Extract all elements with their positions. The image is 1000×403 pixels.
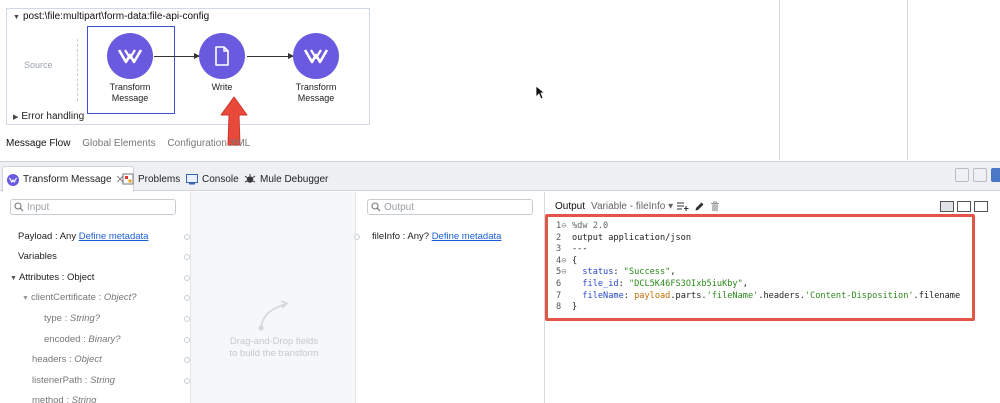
tab-configuration-xml[interactable]: Configuration XML xyxy=(167,138,250,149)
expand-triangle-icon[interactable]: ▼ xyxy=(22,295,29,302)
code-line-8: 8} xyxy=(556,302,578,313)
debugger-icon xyxy=(244,173,256,185)
transform-message-node-1[interactable] xyxy=(107,33,153,79)
dataweave-code-editor[interactable]: 1⊖ %dw 2.0 2 output application/json 3 --- 4⊖{… xyxy=(545,214,975,321)
file-icon xyxy=(215,46,229,66)
preview-view-icon[interactable] xyxy=(974,201,988,212)
payload-item[interactable]: Payload : Any Define metadata xyxy=(18,231,148,242)
expand-triangle-icon[interactable]: ▶ xyxy=(13,114,18,121)
tab-global-elements[interactable]: Global Elements xyxy=(82,138,155,149)
transform-message-node-1-label: Transform Message xyxy=(109,82,151,103)
input-search-field[interactable] xyxy=(27,201,167,213)
tab-transform-message[interactable]: Transform Message ✕ xyxy=(2,166,134,192)
variables-item[interactable]: Variables xyxy=(18,251,57,262)
split-view-icon[interactable] xyxy=(957,201,971,212)
tab-problems[interactable]: Problems xyxy=(122,169,180,189)
search-icon xyxy=(371,202,381,212)
code-line-2: 2 output application/json xyxy=(556,232,691,243)
client-certificate-item[interactable]: ▼ clientCertificate : Object? xyxy=(22,292,137,303)
headers-item[interactable]: headers : Object xyxy=(32,354,102,365)
type-item[interactable]: type : String? xyxy=(44,313,100,324)
variable-selector[interactable]: Variable - fileInfo ▾ xyxy=(591,201,673,212)
mouse-cursor-icon xyxy=(535,85,545,100)
output-search[interactable] xyxy=(367,199,533,215)
redo-icon[interactable] xyxy=(973,168,987,182)
undo-icon[interactable] xyxy=(955,168,969,182)
canvas-view-tabs: Message Flow Global Elements Configurati… xyxy=(6,138,259,149)
flow-container[interactable]: ▼ post:\file:multipart\form-data:file-api… xyxy=(6,8,370,125)
connector-dot[interactable] xyxy=(354,234,360,240)
bottom-tab-bar: Transform Message ✕ Problems Console Mul… xyxy=(0,161,1000,192)
fileinfo-item[interactable]: fileInfo : Any? Define metadata xyxy=(372,231,501,242)
code-line-3: 3 --- xyxy=(556,244,588,255)
transform-message-editor: Payload : Any Define metadata Variables … xyxy=(0,192,1000,403)
write-node-label: Write xyxy=(211,82,233,92)
error-handling-section[interactable]: ▶ Error handling xyxy=(13,111,84,122)
code-line-7: 7 fileName: payload.parts.'fileName'.hea… xyxy=(556,290,961,301)
mule-transform-icon xyxy=(117,49,143,64)
view-mode-buttons xyxy=(940,201,988,212)
trash-icon[interactable] xyxy=(709,200,721,212)
expand-triangle-icon[interactable]: ▼ xyxy=(10,275,17,282)
tab-message-flow[interactable]: Message Flow xyxy=(6,138,70,149)
transform-message-node-2-label: Transform Message xyxy=(295,82,337,103)
source-view-icon[interactable] xyxy=(940,201,954,212)
problems-icon xyxy=(122,173,134,185)
flow-title[interactable]: ▼ post:\file:multipart\form-data:file-api… xyxy=(13,11,209,22)
flow-arrow-1 xyxy=(154,53,200,59)
listener-path-item[interactable]: listenerPath : String xyxy=(32,375,115,386)
attributes-item[interactable]: ▼ Attributes : Object xyxy=(10,272,94,283)
collapse-triangle-icon[interactable]: ▼ xyxy=(13,14,20,21)
method-item[interactable]: method : String xyxy=(32,395,96,403)
code-content[interactable]: 1⊖ %dw 2.0 2 output application/json 3 --- 4⊖{… xyxy=(556,221,960,314)
mule-transform-icon xyxy=(303,49,329,64)
canvas-divider xyxy=(907,0,908,160)
code-line-4: 4⊖{ xyxy=(556,255,578,266)
source-divider xyxy=(77,39,78,101)
flow-title-text: post:\file:multipart\form-data:file-api-… xyxy=(22,11,210,22)
flow-arrow-2 xyxy=(247,53,294,59)
drag-drop-curve-icon xyxy=(258,300,289,331)
code-line-1: 1⊖ %dw 2.0 xyxy=(556,221,609,231)
tab-mule-debugger[interactable]: Mule Debugger xyxy=(244,169,328,189)
input-search[interactable] xyxy=(10,199,176,215)
encoded-item[interactable]: encoded : Binary? xyxy=(44,334,121,345)
code-line-5: 5⊖ status: "Success", xyxy=(556,267,676,278)
output-search-field[interactable] xyxy=(384,201,524,213)
flow-canvas[interactable]: ▼ post:\file:multipart\form-data:file-api… xyxy=(0,0,1000,160)
define-metadata-link[interactable]: Define metadata xyxy=(79,231,149,242)
define-metadata-link[interactable]: Define metadata xyxy=(432,231,502,242)
mapping-canvas[interactable]: Drag-and-Drop fields to build the transfo… xyxy=(190,192,356,403)
output-label: Output xyxy=(555,200,586,212)
console-icon xyxy=(186,173,198,185)
write-node[interactable] xyxy=(199,33,245,79)
source-label: Source xyxy=(24,60,53,70)
code-line-6: 6 file_id: "DCL5K46FS3OIxb5iuKby", xyxy=(556,278,748,289)
transform-message-icon xyxy=(7,173,19,186)
search-icon xyxy=(14,202,24,212)
output-header: Output Variable - fileInfo ▾ xyxy=(555,200,725,212)
tab-console[interactable]: Console xyxy=(186,169,239,189)
drag-drop-hint: Drag-and-Drop fields to build the transfo… xyxy=(229,336,319,359)
canvas-divider xyxy=(779,0,780,160)
transform-message-node-2[interactable] xyxy=(293,33,339,79)
save-icon[interactable] xyxy=(991,168,1000,182)
add-target-icon[interactable] xyxy=(677,200,689,212)
tab-bar-toolbar xyxy=(955,168,1000,182)
pencil-icon[interactable] xyxy=(693,200,705,212)
